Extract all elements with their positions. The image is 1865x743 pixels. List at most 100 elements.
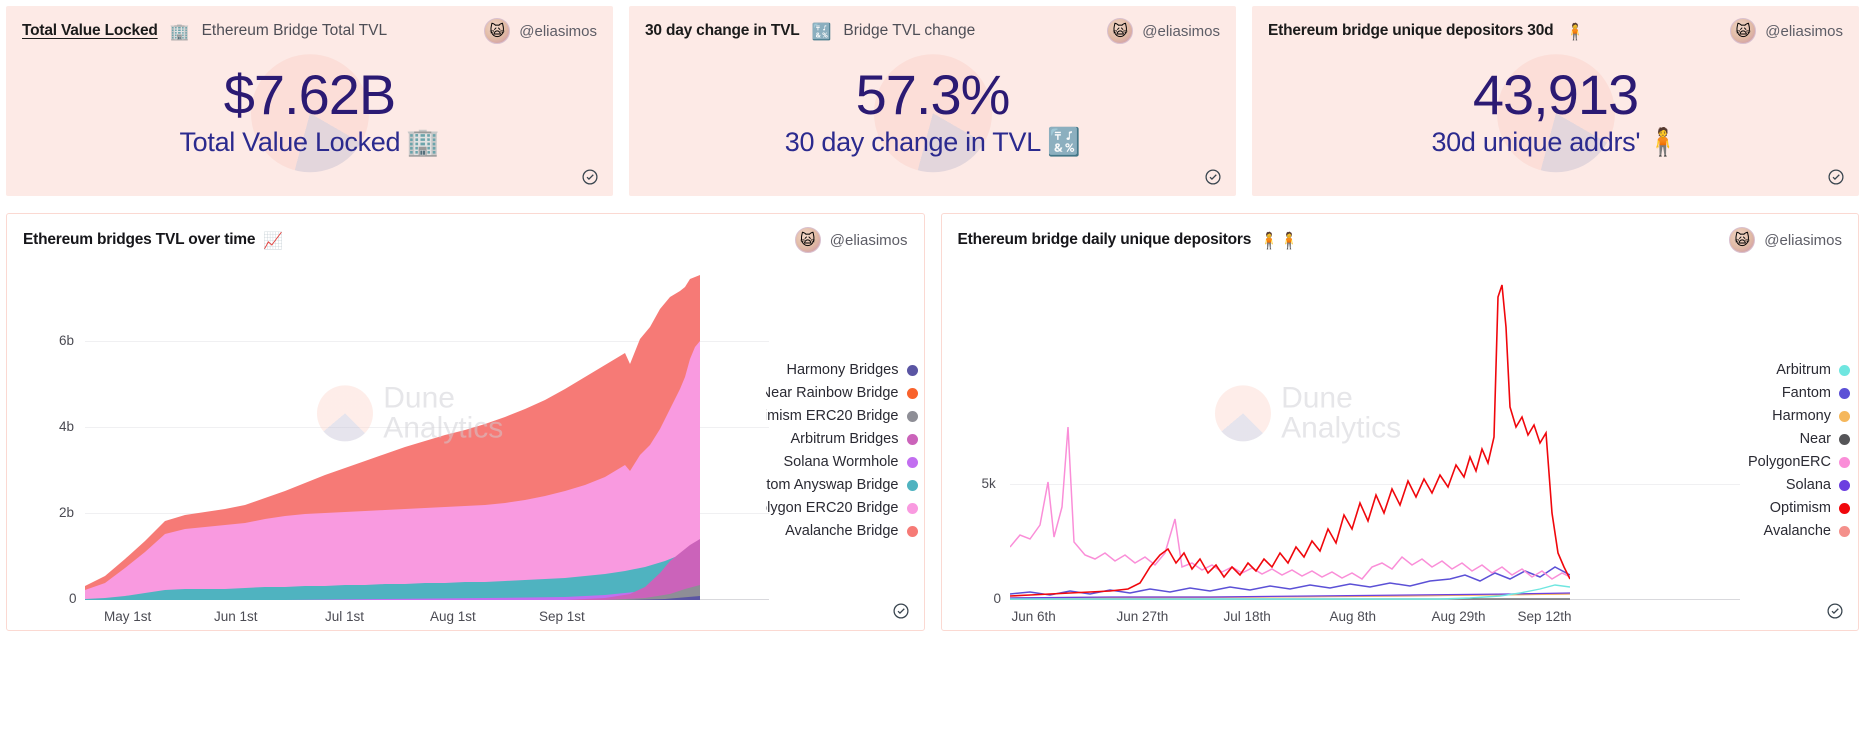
legend-label: Fantom Anyswap Bridge (766, 477, 899, 493)
counter-header: Total Value Locked 🏢 Ethereum Bridge Tot… (6, 6, 613, 44)
legend-item[interactable]: Optimism ERC20 Bridge (766, 408, 918, 424)
chart-title: Ethereum bridge daily unique depositors (957, 231, 1252, 248)
counter-value: 57.3% (855, 62, 1011, 126)
legend-label: Harmony Bridges (786, 362, 899, 378)
avatar: 🙀 (794, 227, 821, 253)
legend-color-dot (1839, 410, 1850, 422)
counter-body: $7.62B Total Value Locked 🏢 (6, 44, 613, 192)
author-block: 🙀 @eliasimos (794, 227, 908, 253)
legend-label: Solana (1785, 477, 1831, 493)
avatar: 🙀 (1730, 18, 1757, 44)
legend-item[interactable]: Solana Wormhole (766, 454, 918, 470)
plot-area-depositors: 5k 0 Dune Analytics Jun 6th Jun 27th Jul… (942, 259, 1859, 624)
counter-card-30-day-change[interactable]: 30 day change in TVL 🔣 Bridge TVL change… (629, 6, 1236, 196)
legend-item[interactable]: Polygon ERC20 Bridge (766, 500, 918, 516)
legend-label: Arbitrum (1776, 362, 1831, 378)
chart-header: Ethereum bridge daily unique depositors … (942, 214, 1859, 253)
legend-item[interactable]: Arbitrum (1745, 362, 1850, 378)
legend-item[interactable]: Avalanche Bridge (766, 523, 918, 539)
legend-color-dot (1839, 502, 1850, 514)
verified-check-icon[interactable] (581, 168, 599, 186)
counter-label-row: 30 day change in TVL 🔣 (785, 126, 1081, 159)
legend-color-dot (1839, 364, 1850, 376)
input-symbols-icon: 🔣 (811, 21, 832, 41)
plot-area-tvl: 6b 4b 2b 0 Dune Analytics May 1st Jun 1s… (7, 259, 924, 624)
chart-legend-depositors: Arbitrum Fantom Harmony Near PolygonERC … (1745, 362, 1850, 539)
author-block: 🙀 @eliasimos (484, 18, 597, 44)
x-tick-label: Jul 1st (325, 609, 365, 624)
counter-label-row: 30d unique addrs' 🧍 (1431, 126, 1680, 159)
legend-item[interactable]: Near Rainbow Bridge (766, 385, 918, 401)
counter-subtitle: Ethereum Bridge Total TVL (201, 22, 388, 39)
x-tick-label: Aug 29th (1431, 609, 1486, 624)
legend-color-dot (1839, 479, 1850, 491)
counter-title: Ethereum bridge unique depositors 30d (1268, 22, 1554, 39)
legend-item[interactable]: Solana (1745, 477, 1850, 493)
author-handle: @eliasimos (1764, 231, 1842, 249)
legend-color-dot (906, 502, 918, 514)
legend-color-dot (906, 410, 918, 422)
legend-color-dot (906, 433, 918, 445)
legend-color-dot (906, 525, 918, 537)
x-tick-label: May 1st (104, 609, 152, 624)
person-standing-icon: 🧍 (1646, 127, 1680, 159)
author-handle: @eliasimos (829, 231, 908, 249)
legend-item[interactable]: Optimism (1745, 500, 1850, 516)
legend-item[interactable]: Harmony (1745, 408, 1850, 424)
area-chart-svg (85, 275, 700, 600)
y-tick-label: 2b (59, 505, 75, 520)
counter-card-unique-depositors[interactable]: Ethereum bridge unique depositors 30d 🧍 … (1252, 6, 1859, 196)
counter-subtitle: Bridge TVL change (843, 22, 976, 39)
avatar: 🙀 (1107, 18, 1134, 44)
author-handle: @eliasimos (519, 22, 597, 40)
legend-item[interactable]: Fantom (1745, 385, 1850, 401)
legend-label: Near (1799, 431, 1831, 447)
x-tick-label: Jun 27th (1116, 609, 1169, 624)
counter-label-row: Total Value Locked 🏢 (179, 126, 440, 159)
legend-color-dot (1839, 387, 1850, 399)
chart-card-tvl-over-time[interactable]: Ethereum bridges TVL over time 📈 🙀 @elia… (6, 213, 925, 631)
input-symbols-icon: 🔣 (1046, 127, 1081, 159)
legend-color-dot (906, 387, 918, 399)
verified-check-icon[interactable] (1826, 602, 1844, 620)
legend-label: Polygon ERC20 Bridge (766, 500, 899, 516)
avatar: 🙀 (1729, 227, 1756, 253)
legend-item[interactable]: Arbitrum Bridges (766, 431, 918, 447)
legend-item[interactable]: Fantom Anyswap Bridge (766, 477, 918, 493)
legend-item[interactable]: PolygonERC (1745, 454, 1850, 470)
legend-label: Solana Wormhole (783, 454, 899, 470)
legend-label: PolygonERC (1747, 454, 1831, 470)
legend-item[interactable]: Avalanche (1745, 523, 1850, 539)
legend-color-dot (1839, 456, 1850, 468)
author-handle: @eliasimos (1765, 22, 1843, 40)
verified-check-icon[interactable] (1204, 168, 1222, 186)
author-block: 🙀 @eliasimos (1107, 18, 1220, 44)
x-tick-label: Jul 18th (1223, 609, 1271, 624)
legend-item[interactable]: Harmony Bridges (766, 362, 918, 378)
chart-increasing-icon: 📈 (263, 230, 284, 250)
legend-label: Avalanche (1763, 523, 1831, 539)
legend-label: Optimism (1769, 500, 1831, 516)
verified-check-icon[interactable] (892, 602, 910, 620)
x-tick-label: Sep 1st (539, 609, 585, 624)
legend-label: Optimism ERC20 Bridge (766, 408, 899, 424)
line-chart-svg (1009, 284, 1570, 600)
counter-label: Total Value Locked (179, 126, 401, 157)
legend-label: Avalanche Bridge (785, 523, 899, 539)
legend-label: Near Rainbow Bridge (765, 385, 899, 401)
two-people-standing-icon: 🧍🧍 (1259, 230, 1299, 250)
office-building-icon: 🏢 (406, 127, 440, 159)
legend-color-dot (906, 479, 918, 491)
legend-color-dot (906, 364, 918, 376)
chart-card-daily-unique-depositors[interactable]: Ethereum bridge daily unique depositors … (940, 213, 1859, 631)
counter-body: 43,913 30d unique addrs' 🧍 (1252, 44, 1859, 192)
counter-title: Total Value Locked (22, 22, 158, 39)
verified-check-icon[interactable] (1827, 168, 1845, 186)
chart-header: Ethereum bridges TVL over time 📈 🙀 @elia… (7, 214, 924, 253)
legend-item[interactable]: Near (1745, 431, 1850, 447)
y-tick-label: 0 (993, 591, 1002, 606)
counter-label: 30d unique addrs' (1431, 126, 1641, 157)
counter-card-total-value-locked[interactable]: Total Value Locked 🏢 Ethereum Bridge Tot… (6, 6, 613, 196)
y-tick-label: 6b (59, 333, 75, 348)
counter-value: $7.62B (223, 62, 396, 126)
